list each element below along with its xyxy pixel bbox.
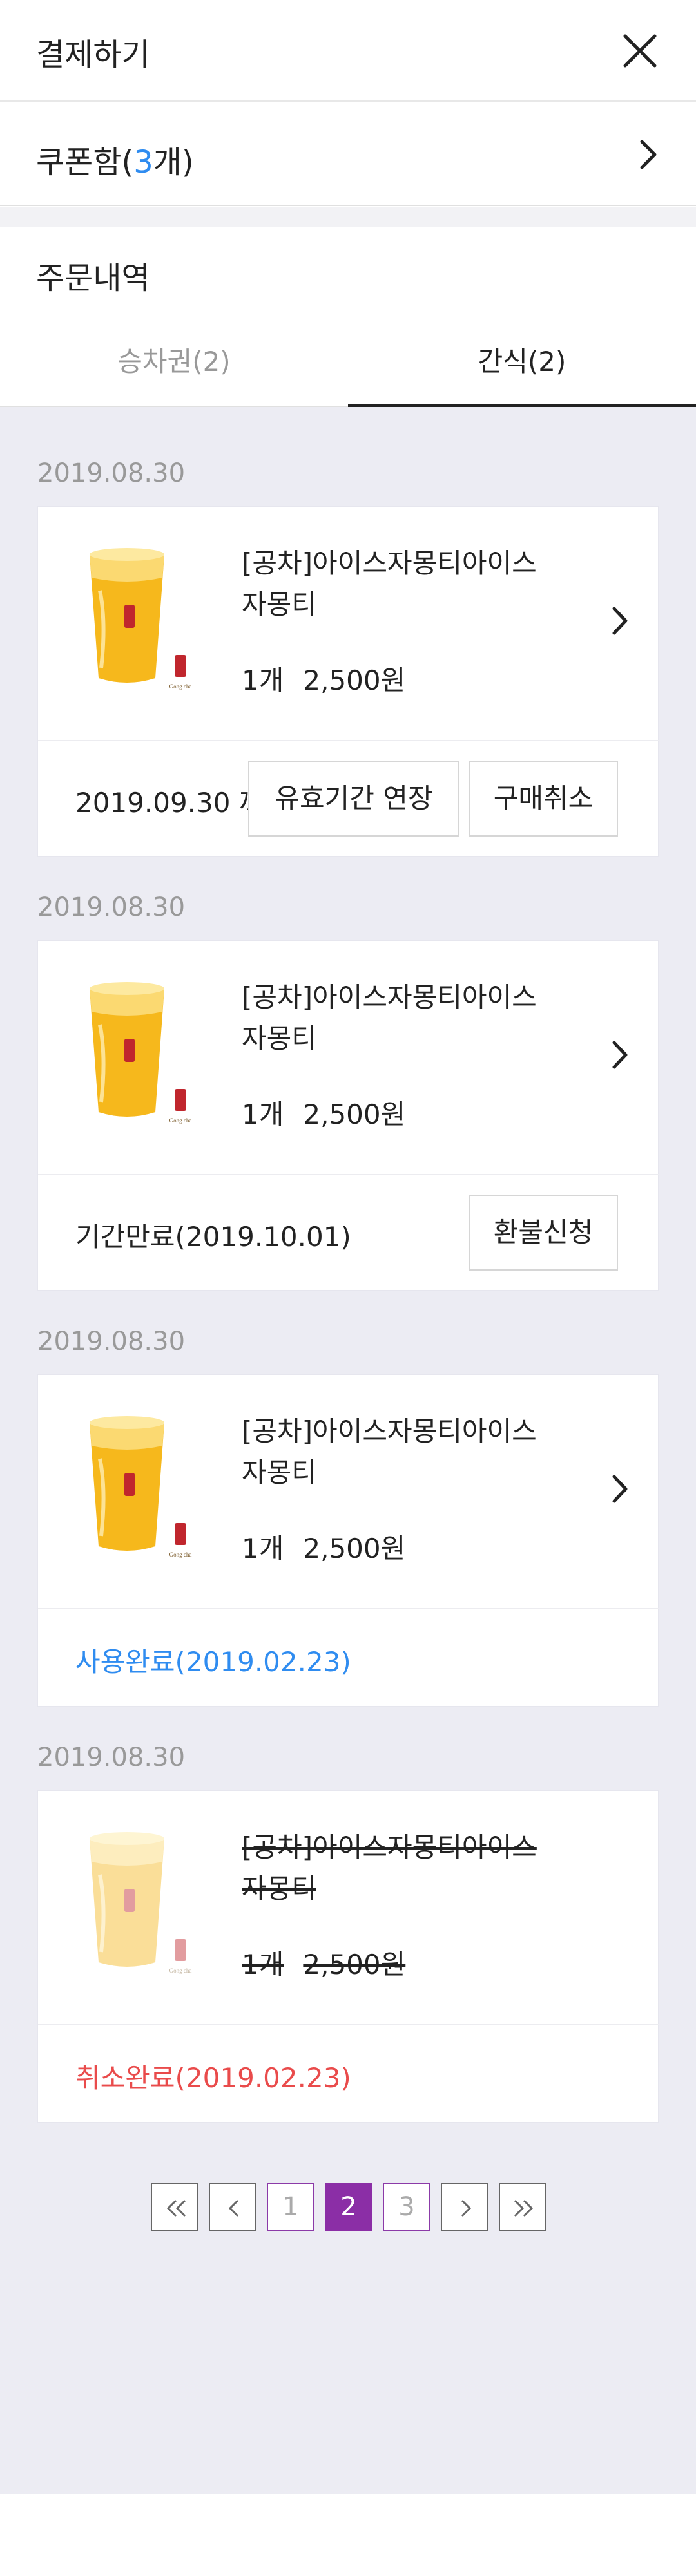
svg-text:Gong cha: Gong cha — [169, 683, 192, 690]
first-page-button[interactable] — [151, 2183, 198, 2231]
order-card-footer: 2019.09.30 까지 유효기간 연장 구매취소 — [38, 741, 659, 856]
extend-validity-button[interactable]: 유효기간 연장 — [248, 761, 459, 837]
order-history-section: 주문내역 승차권(2) 간식(2) — [0, 227, 696, 408]
product-qty-price: 1개 2,500원 — [242, 1099, 406, 1130]
chevron-right-icon — [629, 135, 668, 174]
chevron-right-icon — [603, 1472, 637, 1506]
product-name: [공차]아이스자몽티아이스 자몽티 — [242, 547, 537, 620]
drink-thumbnail: Gong cha — [90, 548, 192, 690]
refund-request-button[interactable]: 환불신청 — [469, 1195, 618, 1271]
product-qty-price: 1개 2,500원 — [242, 665, 406, 696]
order-card: Gong cha [공차]아이스자몽티아이스 자몽티 1개 2,500원 사용완료… — [37, 1374, 659, 1707]
close-icon[interactable] — [617, 28, 662, 73]
product-qty-price: 1개 2,500원 — [242, 1533, 406, 1564]
order-date: 2019.08.30 — [37, 893, 186, 922]
chevron-right-icon — [603, 1037, 637, 1072]
page-button-2-current[interactable]: 2 — [325, 2183, 372, 2231]
page-title: 결제하기 — [36, 37, 150, 73]
order-card-product[interactable]: Gong cha [공차]아이스자몽티아이스 자몽티 1개 2,500원 — [38, 1375, 659, 1609]
tab-snack[interactable]: 간식(2) — [348, 330, 696, 408]
header: 결제하기 — [0, 0, 696, 102]
order-card-footer: 취소완료(2019.02.23) — [38, 2025, 659, 2122]
order-status: 기간만료(2019.10.01) — [75, 1221, 351, 1253]
order-history-title: 주문내역 — [36, 260, 150, 296]
svg-text:Gong cha: Gong cha — [169, 1967, 192, 1974]
order-tabs: 승차권(2) 간식(2) — [0, 330, 696, 408]
payment-page: 결제하기 쿠폰함(3개) 주문내역 승차권(2) 간식(2) 2019.08.3… — [0, 0, 696, 2576]
svg-text:Gong cha: Gong cha — [169, 1117, 192, 1124]
order-status-used: 사용완료(2019.02.23) — [75, 1646, 351, 1678]
order-card: Gong cha [공차]아이스자몽티아이스 자몽티 1개 2,500원 기간만료… — [37, 940, 659, 1291]
coupon-box-label: 쿠폰함(3개) — [36, 144, 194, 180]
page-button-3[interactable]: 3 — [383, 2183, 430, 2231]
svg-text:Gong cha: Gong cha — [169, 1551, 192, 1558]
coupon-box-row[interactable]: 쿠폰함(3개) — [0, 103, 696, 206]
product-name: [공차]아이스자몽티아이스 자몽티 — [242, 1832, 537, 1904]
cancel-purchase-button[interactable]: 구매취소 — [469, 761, 618, 837]
chevron-right-icon — [603, 603, 637, 638]
order-card: Gong cha [공차]아이스자몽티아이스 자몽티 1개 2,500원 취소완료… — [37, 1790, 659, 2123]
order-card-product[interactable]: Gong cha [공차]아이스자몽티아이스 자몽티 1개 2,500원 — [38, 507, 659, 741]
double-chevron-right-icon — [514, 2199, 534, 2217]
pagination: 1 2 3 — [0, 2183, 696, 2232]
next-page-button[interactable] — [441, 2183, 488, 2231]
order-card: Gong cha [공차]아이스자몽티아이스 자몽티 1개 2,500원 2019… — [37, 506, 659, 857]
drink-thumbnail: Gong cha — [90, 1832, 192, 1974]
drink-thumbnail: Gong cha — [90, 1416, 192, 1558]
prev-page-button[interactable] — [209, 2183, 256, 2231]
bottom-blank-area — [0, 2494, 696, 2576]
double-chevron-left-icon — [166, 2199, 186, 2217]
tab-snack-label: 간식(2) — [478, 346, 566, 377]
coupon-count: 3 — [133, 144, 153, 180]
chevron-left-icon — [228, 2199, 239, 2217]
last-page-button[interactable] — [499, 2183, 546, 2231]
order-date: 2019.08.30 — [37, 1743, 186, 1772]
product-qty-price: 1개 2,500원 — [242, 1949, 406, 1980]
product-name: [공차]아이스자몽티아이스 자몽티 — [242, 1416, 537, 1488]
chevron-right-icon — [461, 2199, 472, 2217]
order-status-cancelled: 취소완료(2019.02.23) — [75, 2062, 351, 2094]
section-divider — [0, 207, 696, 227]
order-card-product[interactable]: Gong cha [공차]아이스자몽티아이스 자몽티 1개 2,500원 — [38, 941, 659, 1175]
order-card-footer: 사용완료(2019.02.23) — [38, 1609, 659, 1706]
order-date: 2019.08.30 — [37, 459, 186, 488]
order-card-footer: 기간만료(2019.10.01) 환불신청 — [38, 1175, 659, 1290]
product-name: [공차]아이스자몽티아이스 자몽티 — [242, 981, 537, 1054]
order-card-product: Gong cha [공차]아이스자몽티아이스 자몽티 1개 2,500원 — [38, 1791, 659, 2025]
order-date: 2019.08.30 — [37, 1327, 186, 1356]
page-button-1[interactable]: 1 — [267, 2183, 314, 2231]
drink-thumbnail: Gong cha — [90, 982, 192, 1124]
tab-ticket[interactable]: 승차권(2) — [0, 330, 348, 407]
